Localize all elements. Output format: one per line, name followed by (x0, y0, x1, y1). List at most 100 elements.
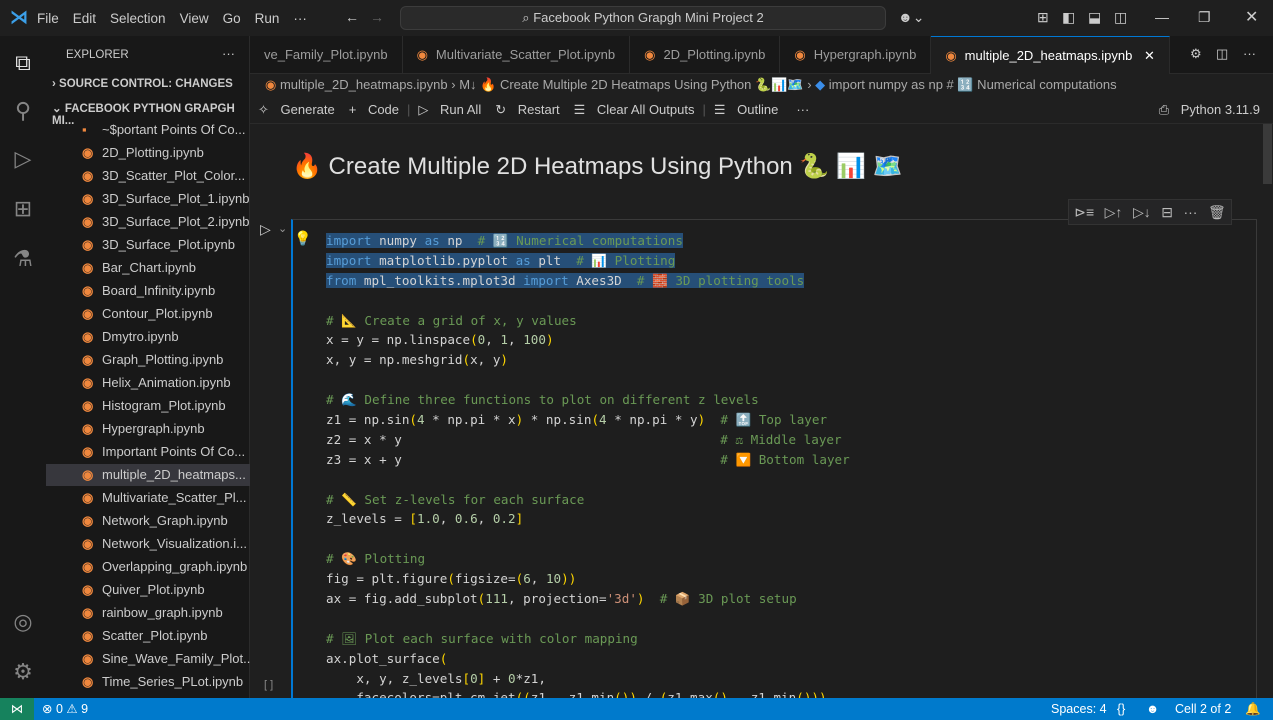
copilot-status-icon[interactable]: ☻ (1146, 698, 1159, 720)
file-item[interactable]: ▪ ~$portant Points Of Co... (82, 119, 250, 141)
bell-icon[interactable]: 🔔 (1245, 698, 1261, 720)
menu-run[interactable]: Run (248, 11, 287, 26)
execute-above-icon[interactable]: ▷↑ (1105, 204, 1123, 221)
run-debug-icon[interactable]: ▷ (11, 146, 35, 172)
notebook-icon: ◉ (82, 398, 94, 413)
run-all-button[interactable]: ▷ Run All (418, 102, 481, 118)
file-item[interactable]: ◉ Histogram_Plot.ipynb (82, 395, 250, 417)
file-item[interactable]: ◉ Graph_Plotting.ipynb (82, 349, 250, 371)
gear-icon[interactable]: ⚙ (11, 659, 35, 685)
tab[interactable]: ve_Family_Plot.ipynb (250, 36, 403, 74)
menu-selection[interactable]: Selection (103, 11, 173, 26)
file-item[interactable]: ◉ rainbow_graph.ipynb (82, 602, 250, 624)
source-control-section[interactable]: › SOURCE CONTROL: CHANGES (52, 78, 233, 90)
close-tab-icon[interactable]: ✕ (1144, 48, 1155, 63)
file-item[interactable]: ◉ Board_Infinity.ipynb (82, 280, 250, 302)
add-code-button[interactable]: + Code (349, 102, 399, 117)
notebook-icon: ◉ (794, 47, 806, 62)
kernel-picker[interactable]: ⎙ Python 3.11.9 (1159, 102, 1260, 118)
account-icon[interactable]: ◎ (11, 609, 35, 635)
breadcrumb-code[interactable]: import numpy as np # 🔢 Numerical computa… (829, 77, 1117, 92)
customize-layout-icon[interactable]: ⊞ (1037, 9, 1049, 26)
toggle-secondary-sidebar-icon[interactable]: ◫ (1114, 9, 1127, 26)
lightbulb-icon[interactable]: 💡 (294, 230, 311, 247)
code-line: x, y = np.meshgrid(x, y) (326, 350, 850, 370)
extensions-icon[interactable]: ⊞ (11, 196, 35, 222)
code-text: # 🖼 Plot each surface with color mapping (326, 630, 638, 646)
file-item[interactable]: ◉ Helix_Animation.ipynb (82, 372, 250, 394)
file-item[interactable]: ◉ Multivariate_Scatter_Pl... (82, 487, 250, 509)
file-label: Graph_Plotting.ipynb (102, 352, 224, 367)
toggle-sidebar-icon[interactable]: ◧ (1062, 9, 1075, 26)
testing-icon[interactable]: ⚗ (11, 246, 35, 272)
file-item[interactable]: ◉ multiple_2D_heatmaps... (46, 464, 250, 486)
forward-arrow-icon[interactable]: → (370, 9, 384, 25)
outline-button[interactable]: ☰ Outline (714, 102, 778, 118)
explorer-icon[interactable]: ⧉ (11, 50, 35, 76)
copilot-icon[interactable]: ☻⌄ (898, 9, 924, 26)
tab[interactable]: ◉ multiple_2D_heatmaps.ipynb ✕ (931, 36, 1170, 74)
file-item[interactable]: ◉ Scatter_Plot.ipynb (82, 625, 250, 647)
language-braces[interactable]: {} (1117, 698, 1125, 720)
toggle-panel-icon[interactable]: ⬓ (1088, 9, 1101, 26)
tab[interactable]: ◉ Hypergraph.ipynb (780, 36, 932, 74)
split-editor-icon[interactable]: ◫ (1216, 46, 1228, 62)
file-item[interactable]: ◉ Dmytro.ipynb (82, 326, 250, 348)
breadcrumb-markdown[interactable]: M↓ 🔥 Create Multiple 2D Heatmaps Using P… (459, 77, 803, 92)
file-item[interactable]: ◉ Quiver_Plot.ipynb (82, 579, 250, 601)
code-text: # 🌊 Define three functions to plot on di… (326, 392, 759, 408)
scrollbar-thumb[interactable] (1263, 124, 1272, 184)
split-cell-icon[interactable]: ⊟ (1161, 204, 1173, 221)
problems-indicator[interactable]: ⊗ 0 ⚠ 9 (42, 698, 88, 720)
menu-view[interactable]: View (173, 11, 216, 26)
gear-icon[interactable]: ⚙ (1190, 46, 1202, 62)
code-editor[interactable]: import numpy as np # 🔢 Numerical computa… (326, 231, 850, 708)
menu-more[interactable]: ··· (286, 11, 314, 26)
scrollbar[interactable] (1262, 124, 1273, 698)
toolbar-more-icon[interactable]: ··· (796, 102, 809, 117)
file-item[interactable]: ◉ 3D_Surface_Plot_1.ipynb (82, 188, 250, 210)
generate-button[interactable]: ✧ Generate (258, 102, 335, 118)
restore-icon[interactable]: ❐ (1198, 9, 1211, 26)
minimize-icon[interactable]: — (1155, 9, 1169, 25)
file-item[interactable]: ◉ Network_Graph.ipynb (82, 510, 250, 532)
restart-button[interactable]: ↻ Restart (495, 102, 559, 118)
tab[interactable]: ◉ 2D_Plotting.ipynb (630, 36, 781, 74)
back-arrow-icon[interactable]: ← (345, 9, 359, 25)
file-item[interactable]: ◉ Sine_Wave_Family_Plot.... (82, 648, 250, 670)
file-item[interactable]: ◉ 3D_Surface_Plot.ipynb (82, 234, 250, 256)
cell-more-icon[interactable]: ··· (1183, 204, 1197, 220)
close-window-icon[interactable]: ✕ (1245, 7, 1258, 27)
breadcrumb-file[interactable]: multiple_2D_heatmaps.ipynb (280, 77, 448, 92)
file-item[interactable]: ◉ Network_Visualization.i... (82, 533, 250, 555)
file-item[interactable]: ◉ Contour_Plot.ipynb (82, 303, 250, 325)
run-options-chevron-icon[interactable]: ⌄ (278, 222, 287, 235)
run-cell-icon[interactable]: ▷ (260, 221, 271, 238)
delete-cell-icon[interactable]: 🗑 (1208, 204, 1226, 221)
file-item[interactable]: ◉ Important Points Of Co... (82, 441, 250, 463)
menu-file[interactable]: File (30, 11, 66, 26)
file-item[interactable]: ◉ Time_Series_PLot.ipynb (82, 671, 250, 693)
file-item[interactable]: ◉ 2D_Plotting.ipynb (82, 142, 250, 164)
more-actions-icon[interactable]: ··· (1243, 46, 1256, 61)
search-icon[interactable]: ⚲ (11, 98, 35, 124)
cell-position[interactable]: Cell 2 of 2 (1175, 698, 1231, 720)
menu-edit[interactable]: Edit (66, 11, 103, 26)
remote-icon[interactable]: ⋈ (0, 698, 34, 720)
tab[interactable]: ◉ Multivariate_Scatter_Plot.ipynb (403, 36, 631, 74)
file-label: 3D_Surface_Plot_1.ipynb (102, 191, 250, 206)
run-by-line-icon[interactable]: ⊳≡ (1074, 204, 1094, 221)
clear-outputs-button[interactable]: ☰ Clear All Outputs (574, 102, 695, 118)
explorer-more-icon[interactable]: ··· (222, 46, 235, 61)
execute-below-icon[interactable]: ▷↓ (1133, 204, 1151, 221)
code-line: z3 = x + y # 🔽 Bottom layer (326, 450, 850, 470)
file-item[interactable]: ◉ Overlapping_graph.ipynb (82, 556, 250, 578)
command-center-search[interactable]: ⌕ Facebook Python Grapgh Mini Project 2 (400, 6, 886, 30)
file-item[interactable]: ◉ Hypergraph.ipynb (82, 418, 250, 440)
menu-go[interactable]: Go (216, 11, 248, 26)
file-item[interactable]: ◉ 3D_Scatter_Plot_Color... (82, 165, 250, 187)
file-item[interactable]: ◉ Bar_Chart.ipynb (82, 257, 250, 279)
indentation[interactable]: Spaces: 4 (1051, 698, 1107, 720)
file-item[interactable]: ◉ 3D_Surface_Plot_2.ipynb (82, 211, 250, 233)
notebook-icon: ◉ (82, 352, 94, 367)
